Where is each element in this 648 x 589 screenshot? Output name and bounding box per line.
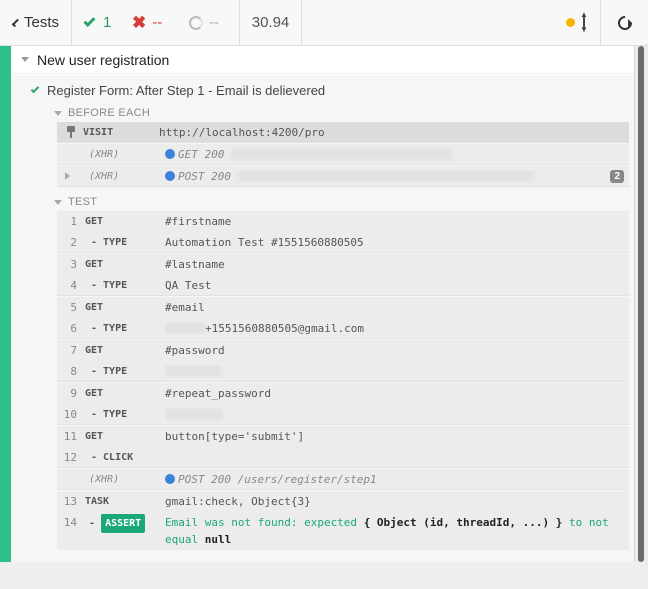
passed-count: 1	[103, 14, 112, 31]
test-passed-check-icon	[30, 84, 40, 93]
test-title-row[interactable]: Register Form: After Step 1 - Email is d…	[30, 81, 326, 99]
test-title: Register Form: After Step 1 - Email is d…	[47, 82, 326, 98]
pending-count: --	[209, 14, 219, 31]
xhr-dot-icon	[165, 148, 175, 159]
command-assert[interactable]: 14 - ASSERT Email was not found: expecte…	[57, 512, 629, 550]
suite-title: New user registration	[37, 51, 170, 68]
command-get[interactable]: 1 GET #firstname	[57, 211, 629, 232]
command-type[interactable]: 2 - TYPE Automation Test #1551560880505	[57, 232, 629, 253]
command-task[interactable]: 13 TASK gmail:check, Object{3}	[57, 491, 629, 512]
vertical-scrollbar[interactable]	[634, 46, 648, 562]
redacted-text	[165, 321, 205, 334]
command-message: http://localhost:4200/pro	[159, 125, 325, 139]
suite-title-row[interactable]: New user registration	[11, 46, 634, 74]
command-visit[interactable]: VISIT http://localhost:4200/pro	[57, 122, 629, 143]
command-message: POST 200	[165, 169, 610, 183]
assert-badge: ASSERT	[101, 514, 146, 533]
command-get[interactable]: 9 GET #repeat_password	[57, 383, 629, 404]
tests-button-label: Tests	[23, 14, 59, 31]
command-name: (XHR)	[89, 148, 120, 160]
command-get[interactable]: 3 GET #lastname	[57, 254, 629, 275]
test-hook-label[interactable]: TEST	[54, 194, 97, 210]
command-click[interactable]: 12 - CLICK	[57, 447, 629, 468]
resize-arrows-icon[interactable]: ▼	[580, 10, 588, 34]
command-type[interactable]: 6 - TYPE +1551560880505@gmail.com	[57, 318, 629, 339]
failed-stat: ✖ --	[130, 0, 185, 45]
command-name: VISIT	[83, 126, 114, 138]
expand-toggle[interactable]	[57, 170, 81, 183]
redacted-text	[165, 407, 223, 420]
command-name: (XHR)	[89, 170, 120, 182]
command-message: GET 200	[165, 147, 629, 161]
pending-ring-icon	[189, 15, 203, 30]
header-spacer	[302, 0, 552, 45]
runnables-panel: New user registration Register Form: Aft…	[0, 46, 634, 562]
pending-stat: --	[185, 0, 240, 45]
command-xhr-post[interactable]: (XHR) POST 200 2	[57, 166, 629, 187]
collapse-triangle-icon	[21, 57, 29, 62]
running-status-dot-icon	[566, 18, 575, 27]
panel-footer	[0, 562, 648, 589]
command-xhr-submit[interactable]: (XHR) POST 200 /users/register/step1	[57, 469, 629, 490]
expand-triangle-icon	[64, 171, 70, 180]
redacted-url	[237, 169, 534, 182]
collapse-triangle-icon	[54, 110, 62, 116]
chevron-left-icon	[11, 18, 21, 27]
duration-value: 30.94	[251, 14, 290, 31]
duration: 30.94	[240, 0, 302, 45]
restart-button[interactable]	[600, 0, 648, 45]
suite-status-bar	[0, 46, 11, 562]
command-get[interactable]: 5 GET #email	[57, 297, 629, 318]
tests-button[interactable]: Tests	[0, 0, 72, 45]
command-type[interactable]: 4 - TYPE QA Test	[57, 275, 629, 296]
xhr-dot-icon	[165, 170, 175, 181]
status-controls[interactable]: ▼	[552, 0, 600, 45]
command-get[interactable]: 7 GET #password	[57, 340, 629, 361]
command-xhr-get[interactable]: (XHR) GET 200	[57, 144, 629, 165]
command-type[interactable]: 8 - TYPE	[57, 361, 629, 382]
collapse-triangle-icon	[54, 199, 62, 205]
check-icon	[83, 14, 96, 28]
command-type[interactable]: 10 - TYPE	[57, 404, 629, 425]
before-each-hook-label[interactable]: BEFORE EACH	[54, 105, 150, 121]
redacted-text	[165, 364, 221, 377]
command-get[interactable]: 11 GET button[type='submit']	[57, 426, 629, 447]
test-block: Register Form: After Step 1 - Email is d…	[11, 75, 634, 562]
reload-icon	[614, 12, 635, 33]
scrollbar-thumb[interactable]	[638, 46, 644, 562]
failed-count: --	[152, 14, 163, 31]
reporter-header: Tests 1 ✖ -- -- 30.94 ▼	[0, 0, 648, 46]
passed-stat: 1	[72, 0, 130, 45]
request-count-badge: 2	[610, 169, 624, 183]
pin-icon	[65, 126, 77, 138]
xhr-dot-icon	[165, 473, 175, 484]
assert-message: Email was not found: expected { Object (…	[165, 516, 609, 546]
x-icon: ✖	[132, 12, 147, 32]
redacted-url	[230, 147, 453, 160]
